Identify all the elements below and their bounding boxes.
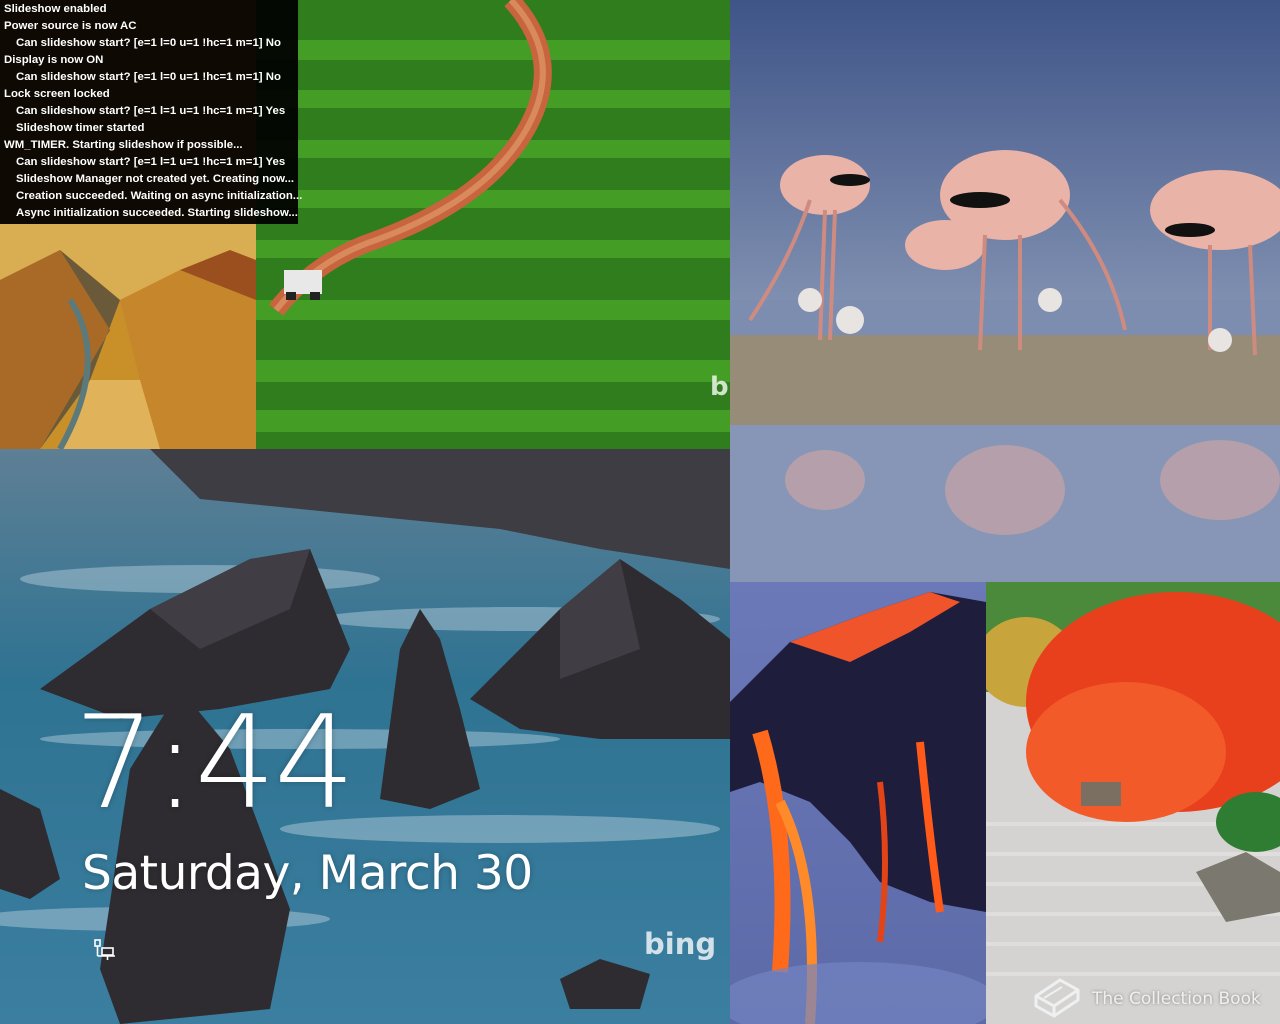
debug-log-line: Creation succeeded. Waiting on async ini…	[16, 190, 303, 202]
debug-log-line: Display is now ON	[4, 54, 104, 66]
debug-log-line: Async initialization succeeded. Starting…	[16, 207, 298, 219]
lock-screen-date: Saturday, March 30	[82, 846, 533, 901]
network-status-icon[interactable]	[92, 938, 118, 962]
debug-log-line: Slideshow enabled	[4, 3, 107, 15]
debug-log-line: Can slideshow start? [e=1 l=1 u=1 !hc=1 …	[16, 105, 286, 117]
debug-log-line: Slideshow timer started	[16, 122, 145, 134]
bing-watermark: bing	[644, 927, 717, 961]
slideshow-photo-lava-flow	[730, 582, 986, 1024]
debug-log-line: Can slideshow start? [e=1 l=0 u=1 !hc=1 …	[16, 71, 281, 83]
debug-log-line: Lock screen locked	[4, 88, 110, 100]
slideshow-photo-zen-garden	[986, 582, 1280, 1024]
slideshow-photo-flamingos	[730, 0, 1280, 582]
collection-book-watermark: The Collection Book	[1030, 976, 1261, 1020]
slideshow-debug-log: Slideshow enabled Power source is now AC C…	[0, 0, 303, 224]
lock-screen-time: 7:44	[74, 689, 355, 838]
bing-watermark-partial: b	[710, 372, 729, 402]
debug-log-line: Can slideshow start? [e=1 l=1 u=1 !hc=1 …	[16, 156, 286, 168]
collection-book-label: The Collection Book	[1092, 989, 1261, 1009]
debug-log-line: Power source is now AC	[4, 20, 137, 32]
debug-log-line: WM_TIMER. Starting slideshow if possible…	[4, 139, 243, 151]
debug-log-line: Slideshow Manager not created yet. Creat…	[16, 173, 295, 185]
book-icon	[1034, 978, 1080, 1018]
debug-log-line: Can slideshow start? [e=1 l=0 u=1 !hc=1 …	[16, 37, 281, 49]
slideshow-photo-tea-plantation	[256, 0, 730, 449]
